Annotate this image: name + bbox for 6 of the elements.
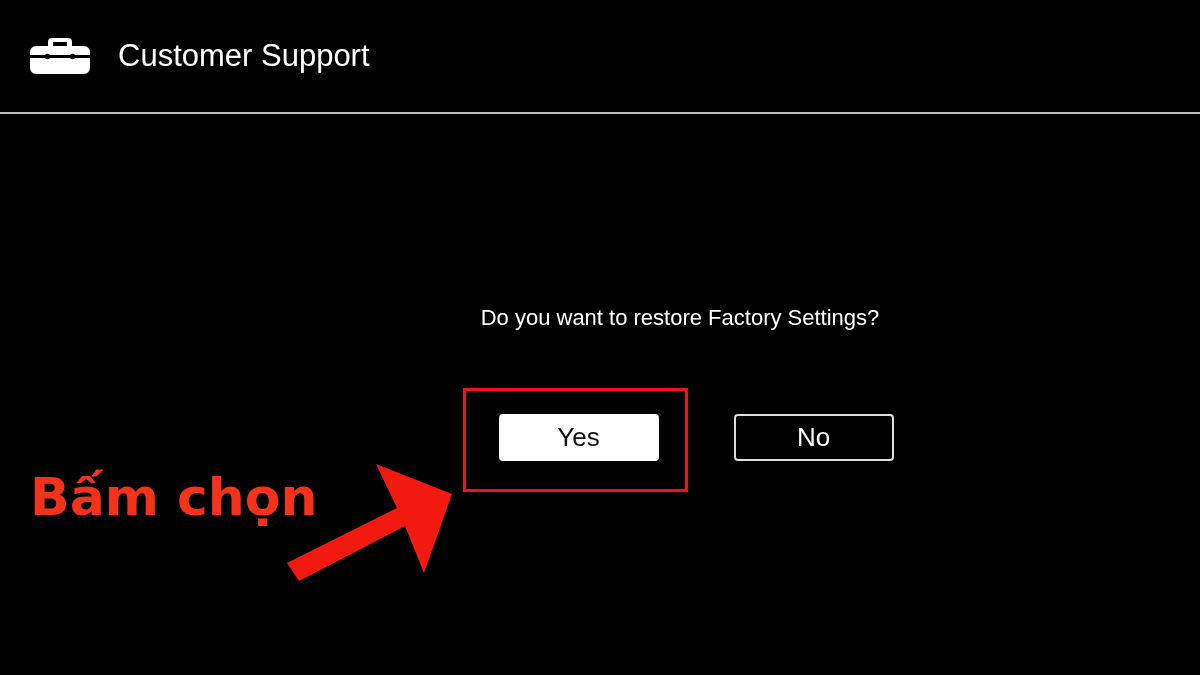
dialog-button[interactable]: Yes <box>498 414 659 461</box>
dialog-question: Do you want to restore Factory Settings? <box>480 304 880 332</box>
screen-title: Customer Support <box>118 38 370 74</box>
toolbox-icon <box>30 38 90 74</box>
annotation-label: Bấm chọn <box>30 466 318 529</box>
dialog-button[interactable]: No <box>733 414 894 461</box>
